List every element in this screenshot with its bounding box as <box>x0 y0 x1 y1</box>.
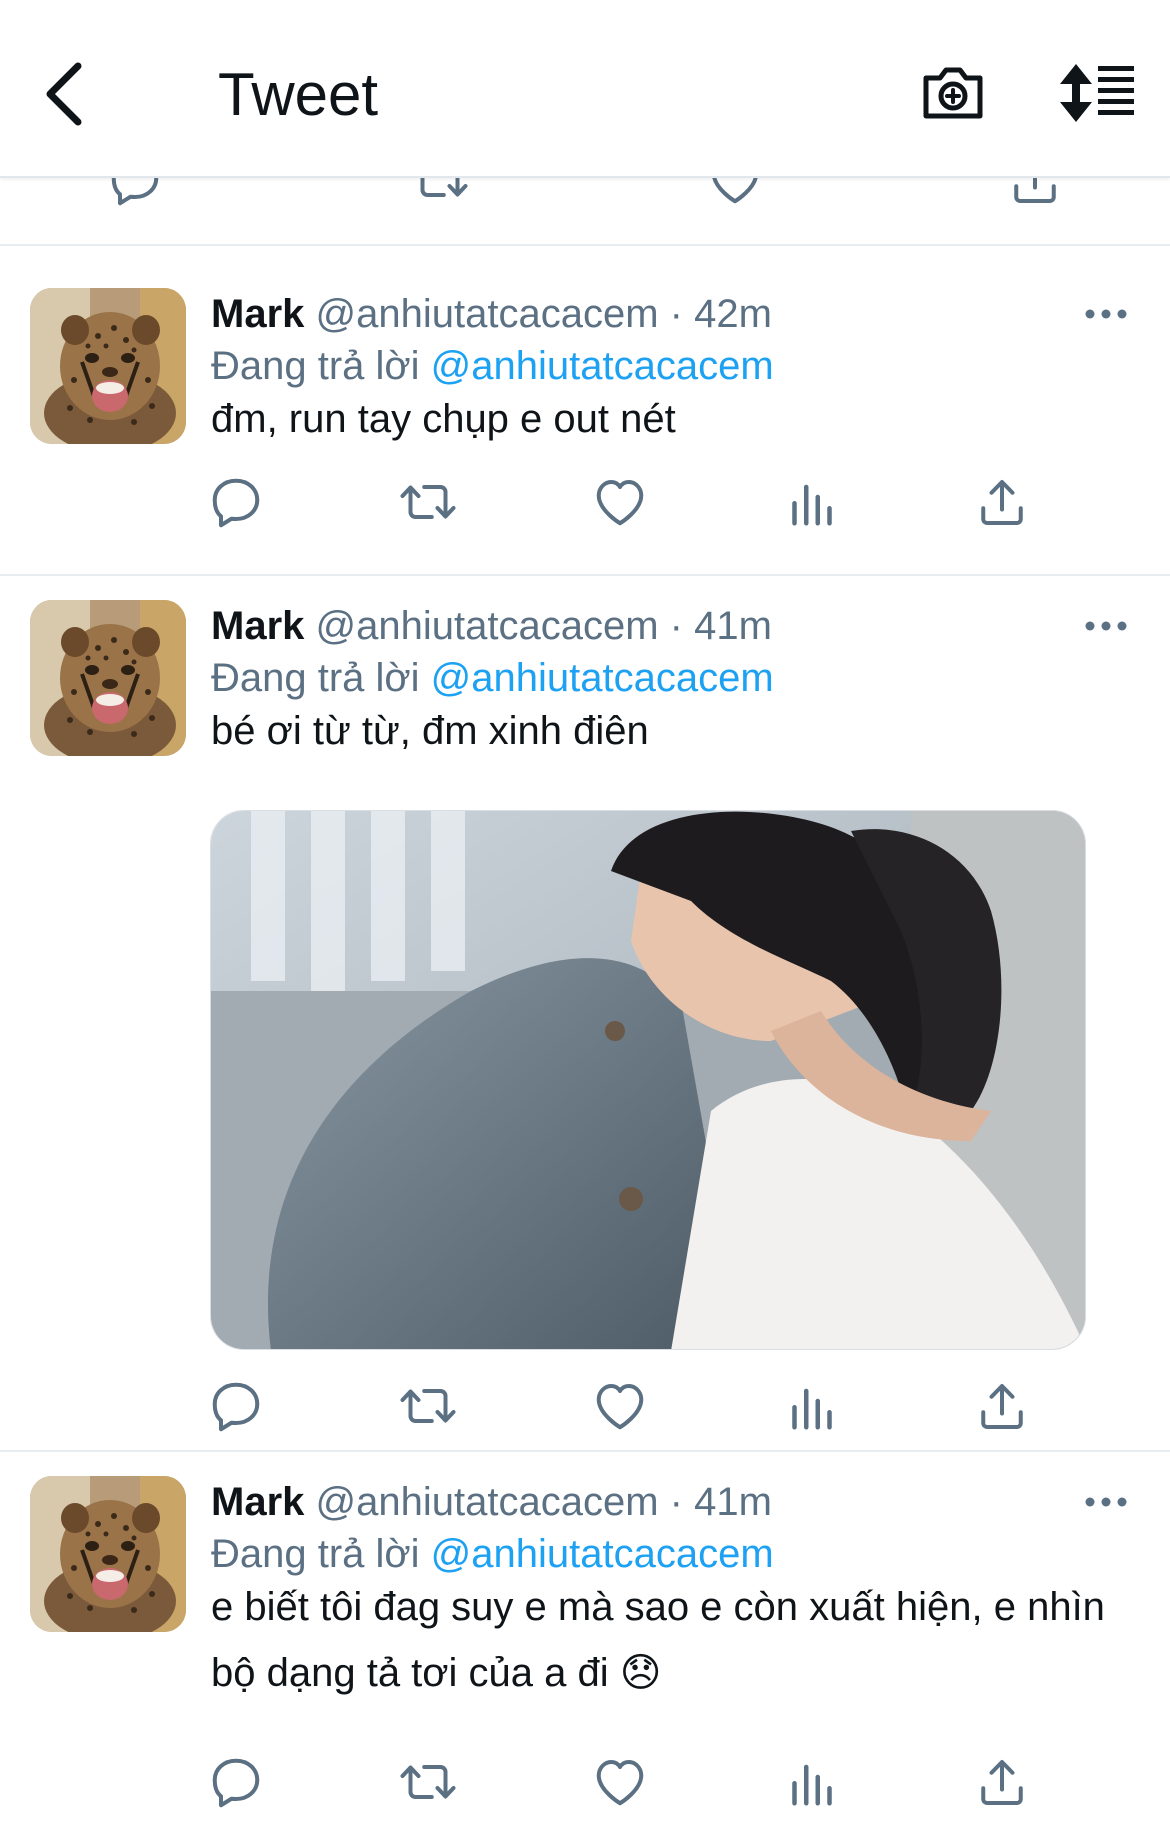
back-button[interactable] <box>40 58 90 130</box>
tweet[interactable]: Mark @anhiutatcacacem · 41m Đang trả lời… <box>0 576 1170 1452</box>
camera-button[interactable] <box>920 58 986 124</box>
like-button[interactable] <box>590 1752 650 1812</box>
tweet-header: Mark @anhiutatcacacem · 41m <box>211 1478 772 1526</box>
sort-button[interactable] <box>1058 62 1138 124</box>
share-button[interactable] <box>972 1752 1032 1812</box>
like-button[interactable] <box>590 472 650 532</box>
replying-to: Đang trả lời @anhiutatcacacem <box>211 1530 774 1578</box>
display-name[interactable]: Mark <box>211 292 304 336</box>
replying-to-label: Đang trả lời <box>211 1532 420 1576</box>
tweet-header: Mark @anhiutatcacacem · 41m <box>211 602 772 650</box>
chevron-left-icon <box>46 62 82 126</box>
tweet-actions <box>0 1376 1170 1436</box>
share-icon <box>972 472 1032 532</box>
tweet-header: Mark @anhiutatcacacem · 42m <box>211 290 772 338</box>
cheetah-avatar-image <box>30 288 186 444</box>
more-options-icon[interactable] <box>1084 616 1128 636</box>
share-icon <box>972 1376 1032 1436</box>
previous-tweet-actions <box>0 178 1170 246</box>
sort-icon <box>1060 64 1134 122</box>
tweet-text: e biết tôi đag suy e mà sao e còn xuất h… <box>211 1585 1105 1695</box>
retweet-icon <box>398 472 458 532</box>
share-icon[interactable] <box>1005 178 1065 210</box>
tweet-text: đm, run tay chụp e out nét <box>211 397 676 441</box>
replying-to-label: Đang trả lời <box>211 656 420 700</box>
cheetah-avatar-image <box>30 600 186 756</box>
reply-button[interactable] <box>206 1752 266 1812</box>
avatar[interactable] <box>30 288 186 444</box>
user-handle[interactable]: @anhiutatcacacem <box>316 1480 659 1524</box>
stats-icon <box>782 472 842 532</box>
replying-to-label: Đang trả lời <box>211 344 420 388</box>
photo-image <box>211 811 1085 1349</box>
timestamp: · 41m <box>669 604 772 648</box>
retweet-icon[interactable] <box>410 178 470 210</box>
replying-to: Đang trả lời @anhiutatcacacem <box>211 342 774 390</box>
page-title: Tweet <box>218 61 379 128</box>
heart-icon <box>590 1376 650 1436</box>
reply-icon <box>206 1376 266 1436</box>
retweet-button[interactable] <box>398 1376 458 1436</box>
tweet-actions <box>0 1752 1170 1812</box>
display-name[interactable]: Mark <box>211 1480 304 1524</box>
replying-to-handle[interactable]: @anhiutatcacacem <box>431 656 774 700</box>
retweet-button[interactable] <box>398 472 458 532</box>
share-icon <box>972 1752 1032 1812</box>
tweet[interactable]: Mark @anhiutatcacacem · 42m Đang trả lời… <box>0 246 1170 576</box>
retweet-icon <box>398 1376 458 1436</box>
retweet-button[interactable] <box>398 1752 458 1812</box>
cheetah-avatar-image <box>30 1476 186 1632</box>
more-options-icon[interactable] <box>1084 304 1128 324</box>
user-handle[interactable]: @anhiutatcacacem <box>316 604 659 648</box>
stats-icon <box>782 1376 842 1436</box>
like-button[interactable] <box>590 1376 650 1436</box>
reply-button[interactable] <box>206 1376 266 1436</box>
display-name[interactable]: Mark <box>211 604 304 648</box>
tweet[interactable]: Mark @anhiutatcacacem · 41m Đang trả lời… <box>0 1452 1170 1830</box>
more-options-icon[interactable] <box>1084 1492 1128 1512</box>
stats-icon <box>782 1752 842 1812</box>
replying-to-handle[interactable]: @anhiutatcacacem <box>431 344 774 388</box>
reply-icon[interactable] <box>105 178 165 210</box>
user-handle[interactable]: @anhiutatcacacem <box>316 292 659 336</box>
tweet-text: bé ơi từ từ, đm xinh điên <box>211 709 649 753</box>
reply-icon <box>206 472 266 532</box>
heart-icon <box>590 1752 650 1812</box>
reply-button[interactable] <box>206 472 266 532</box>
replying-to-handle[interactable]: @anhiutatcacacem <box>431 1532 774 1576</box>
heart-icon <box>590 472 650 532</box>
tweet-photo[interactable] <box>210 810 1086 1350</box>
camera-icon <box>923 67 983 119</box>
top-bar: Tweet <box>0 0 1170 178</box>
analytics-button[interactable] <box>782 1376 842 1436</box>
avatar[interactable] <box>30 600 186 756</box>
timestamp: · 42m <box>669 292 772 336</box>
share-button[interactable] <box>972 472 1032 532</box>
tweet-actions <box>0 472 1170 532</box>
replying-to: Đang trả lời @anhiutatcacacem <box>211 654 774 702</box>
analytics-button[interactable] <box>782 1752 842 1812</box>
retweet-icon <box>398 1752 458 1812</box>
avatar[interactable] <box>30 1476 186 1632</box>
reply-icon <box>206 1752 266 1812</box>
analytics-button[interactable] <box>782 472 842 532</box>
like-icon[interactable] <box>705 178 765 210</box>
timestamp: · 41m <box>669 1480 772 1524</box>
share-button[interactable] <box>972 1376 1032 1436</box>
